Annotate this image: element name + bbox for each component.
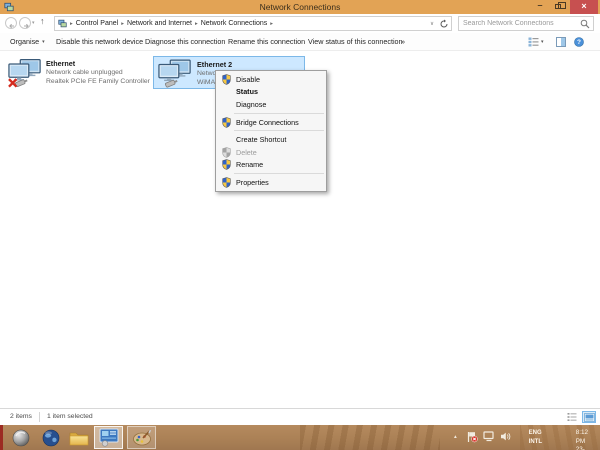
menu-item-disable[interactable]: Disable	[216, 73, 326, 86]
action-center-icon[interactable]	[467, 431, 478, 443]
menu-item-bridge-connections[interactable]: Bridge Connections	[216, 116, 326, 129]
forward-button[interactable]	[19, 17, 31, 29]
list-view-icon	[567, 413, 577, 421]
connection-name: Ethernet 2	[197, 60, 233, 69]
screen: Network Connections – × ▾ ↑ ▸ Control Pa…	[0, 0, 600, 450]
restore-icon	[555, 2, 566, 9]
toolbar-overflow-button[interactable]: »	[401, 33, 405, 51]
taskbar-button-control-panel-active[interactable]	[94, 426, 123, 449]
forward-arrow-icon	[23, 23, 29, 29]
connection-name: Ethernet	[46, 59, 76, 68]
uac-shield-icon	[219, 177, 233, 188]
location-icon	[58, 19, 67, 28]
clock[interactable]: 8:12 PM 23-Jul-13	[576, 429, 588, 450]
network-adapter-disconnected-icon	[8, 58, 41, 88]
restore-button[interactable]	[550, 0, 566, 14]
chevron-icon: ▸	[70, 20, 73, 27]
breadcrumb-network-and-internet[interactable]: Network and Internet	[127, 20, 192, 27]
back-arrow-icon	[8, 23, 14, 29]
taskbar-button-browser[interactable]	[38, 426, 64, 449]
connection-device: Realtek PCIe FE Family Controller	[46, 77, 150, 85]
change-view-dropdown-icon[interactable]: ▾	[541, 33, 544, 51]
menu-item-status[interactable]: Status	[216, 86, 326, 99]
globe-icon	[42, 429, 60, 446]
network-adapter-icon	[158, 59, 191, 88]
context-menu: Disable Status Diagnose Bridge Connectio…	[215, 70, 327, 192]
back-button[interactable]	[5, 17, 17, 29]
paint-palette-icon	[132, 429, 151, 446]
taskbar-button-paint[interactable]	[127, 426, 156, 449]
connection-status: Network cable unplugged	[46, 68, 123, 76]
taskbar-button-media[interactable]	[8, 426, 34, 449]
folder-view[interactable]: Ethernet Network cable unplugged Realtek…	[0, 51, 600, 408]
svg-text:?: ?	[577, 39, 581, 46]
window-title: Network Connections	[259, 2, 341, 12]
organise-button[interactable]: Organise ▾	[10, 33, 45, 51]
desktop-artifact	[0, 425, 3, 450]
control-panel-icon	[99, 428, 118, 447]
search-box	[458, 16, 594, 31]
titlebar[interactable]: Network Connections – ×	[0, 0, 600, 14]
diagnose-connection-button[interactable]: Diagnose this connection	[145, 33, 225, 51]
uac-shield-icon	[219, 159, 233, 171]
search-icon[interactable]	[580, 19, 590, 29]
taskbar-button-file-explorer[interactable]	[66, 426, 92, 449]
time: 8:12 PM	[575, 429, 588, 445]
large-icons-view-toggle[interactable]	[582, 411, 596, 423]
view-status-button[interactable]: View status of this connection	[308, 33, 403, 51]
date: 23-Jul-13	[575, 446, 585, 450]
volume-icon[interactable]	[500, 431, 511, 442]
breadcrumb-network-connections[interactable]: Network Connections	[201, 20, 268, 27]
menu-item-properties[interactable]: Properties	[216, 176, 326, 189]
command-bar: Organise ▾ Disable this network device Di…	[0, 33, 600, 51]
status-bar: 2 items 1 item selected	[0, 408, 600, 425]
gray-orb-icon	[12, 429, 30, 446]
status-divider	[39, 412, 40, 422]
chevron-icon[interactable]: ▸	[270, 21, 273, 27]
close-button[interactable]: ×	[570, 0, 598, 14]
menu-item-delete: Delete	[216, 146, 326, 159]
recent-pages-dropdown[interactable]: ▾	[32, 20, 35, 26]
desktop-texture	[300, 425, 440, 450]
folder-icon	[69, 432, 89, 445]
menu-separator	[234, 173, 324, 175]
menu-separator	[234, 130, 324, 132]
network-tray-icon[interactable]	[483, 431, 495, 442]
uac-shield-icon	[219, 147, 233, 158]
address-bar: ▾ ↑ ▸ Control Panel ▸ Network and Intern…	[0, 14, 600, 33]
chevron-icon[interactable]: ▸	[195, 21, 198, 27]
menu-separator	[234, 112, 324, 114]
change-view-icon[interactable]	[528, 37, 539, 47]
chevron-icon[interactable]: ▸	[121, 21, 124, 27]
search-input[interactable]	[463, 17, 578, 30]
menu-item-create-shortcut[interactable]: Create Shortcut	[216, 133, 326, 146]
breadcrumb-control-panel[interactable]: Control Panel	[76, 20, 118, 27]
menu-item-diagnose[interactable]: Diagnose	[216, 98, 326, 111]
chevron-down-icon: ▾	[42, 39, 45, 45]
explorer-window: Network Connections – × ▾ ↑ ▸ Control Pa…	[0, 0, 600, 425]
connection-item-ethernet[interactable]: Ethernet Network cable unplugged Realtek…	[6, 56, 151, 89]
language-indicator[interactable]: ENG INTL	[529, 429, 542, 446]
taskbar: ▴ ENG INTL 8:12 PM 23-Jul-13	[0, 425, 600, 450]
up-button[interactable]: ↑	[40, 16, 45, 26]
preview-pane-icon[interactable]	[556, 37, 566, 47]
address-dropdown-icon[interactable]: ∨	[430, 21, 434, 27]
list-view-toggle[interactable]	[565, 411, 579, 423]
rename-connection-button[interactable]: Rename this connection	[228, 33, 305, 51]
selected-count: 1 item selected	[47, 413, 93, 420]
menu-item-rename[interactable]: Rename	[216, 159, 326, 172]
disable-device-button[interactable]: Disable this network device	[56, 33, 143, 51]
large-icons-view-icon	[583, 412, 595, 422]
uac-shield-icon	[219, 74, 233, 85]
items-count: 2 items	[10, 413, 32, 420]
tray-expand-icon[interactable]: ▴	[454, 434, 457, 440]
uac-shield-icon	[219, 116, 233, 128]
help-icon[interactable]: ?	[574, 37, 584, 47]
refresh-icon[interactable]	[439, 19, 449, 29]
breadcrumb[interactable]: ▸ Control Panel ▸ Network and Internet ▸…	[54, 16, 452, 31]
minimize-button[interactable]: –	[532, 0, 548, 14]
